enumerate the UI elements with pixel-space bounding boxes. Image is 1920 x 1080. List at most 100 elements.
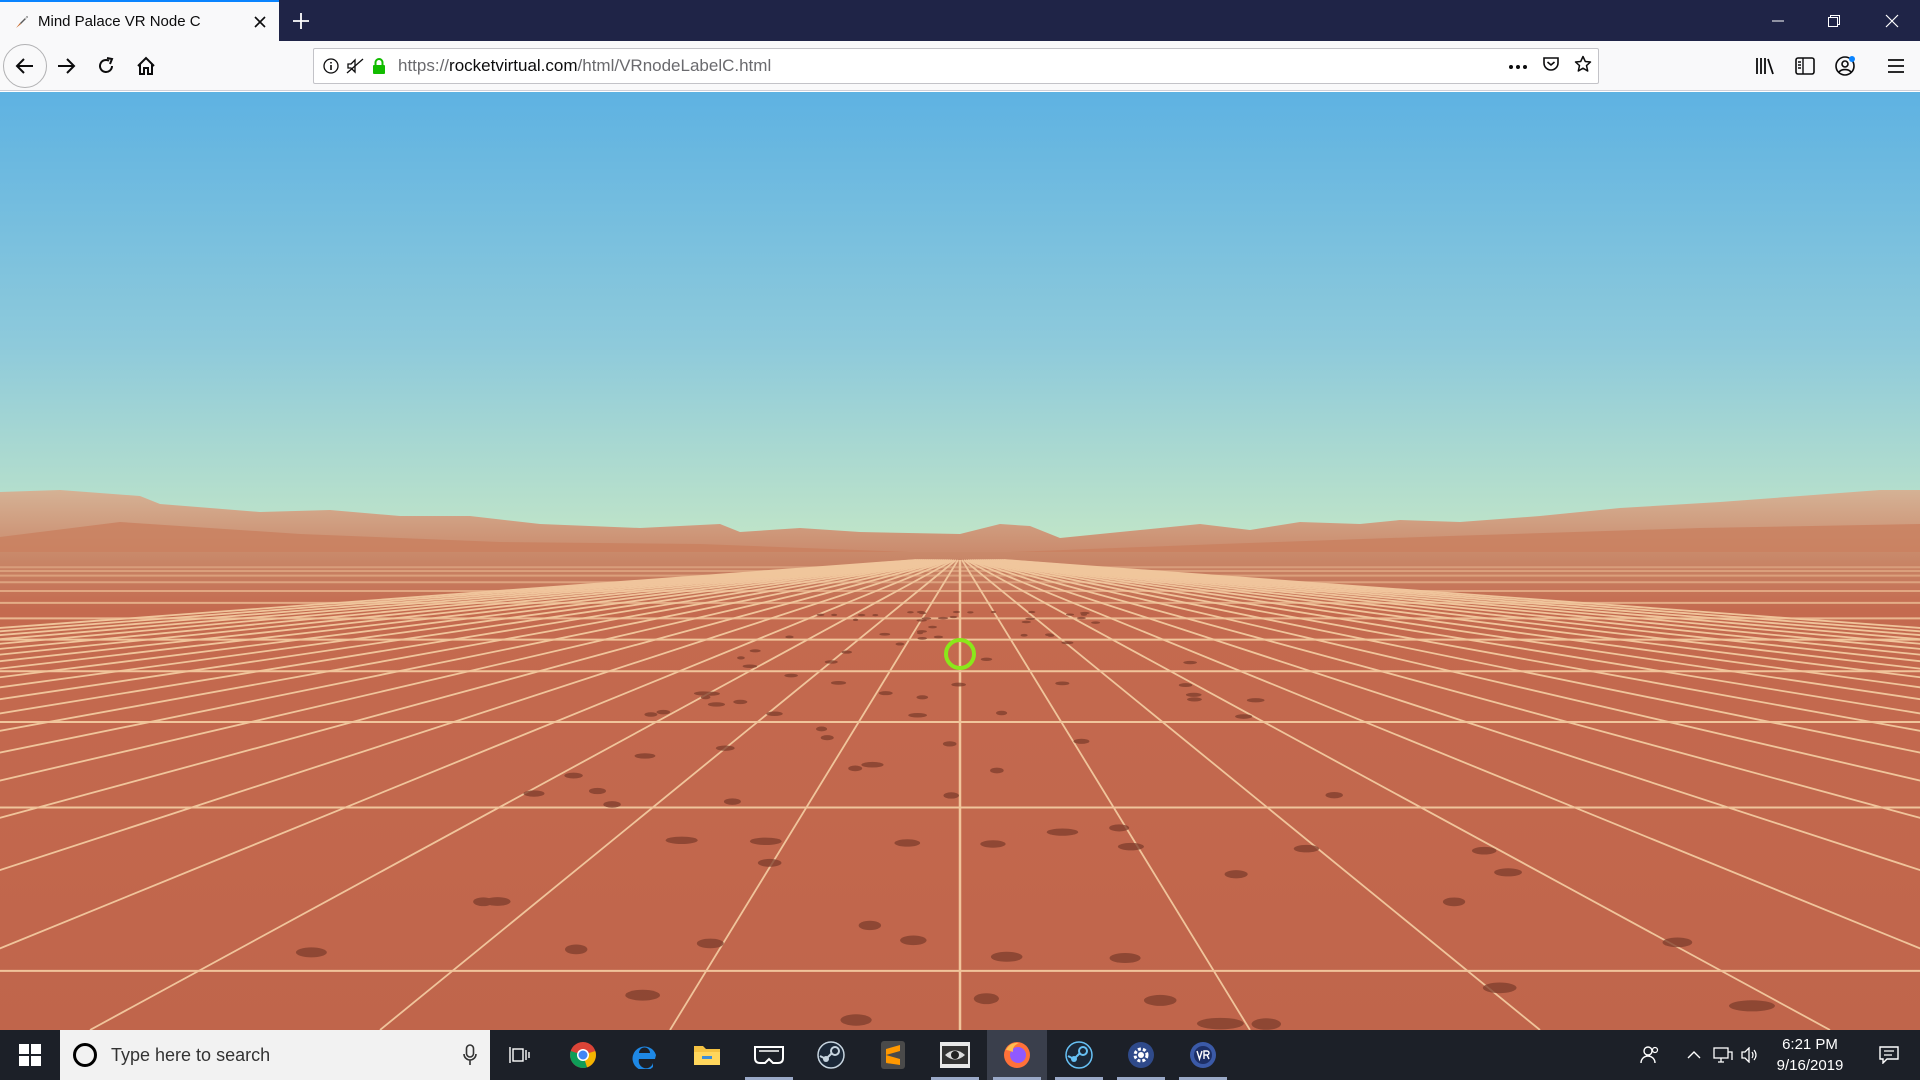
microphone-icon[interactable]	[450, 1044, 490, 1066]
sublime-text-icon	[881, 1041, 905, 1069]
ground-rock	[749, 837, 782, 845]
vr-scene-viewport[interactable]	[0, 92, 1920, 1030]
show-hidden-icons-chevron-icon[interactable]	[1682, 1030, 1706, 1080]
bookmark-star-icon[interactable]	[1574, 55, 1592, 78]
taskbar-vr-headset-app[interactable]	[739, 1030, 799, 1080]
ground-rock	[916, 619, 927, 622]
library-button[interactable]	[1745, 46, 1785, 86]
close-tab-icon[interactable]	[245, 7, 275, 37]
ground-rock	[1183, 660, 1197, 665]
windows-taskbar: Type here to search 6:21 PM 9/16/2019	[0, 1030, 1920, 1080]
taskbar-chrome[interactable]	[553, 1030, 613, 1080]
ground-rock	[1187, 697, 1202, 702]
ground-rock	[937, 616, 949, 620]
ground-rock	[784, 673, 798, 678]
ground-rock	[656, 709, 671, 715]
navigation-bar: https://rocketvirtual.com/html/VRnodeLab…	[0, 41, 1920, 91]
ground-rock	[693, 691, 712, 696]
ground-rock	[749, 649, 761, 653]
pocket-icon[interactable]	[1542, 55, 1560, 78]
taskbar-steam-vr[interactable]	[1049, 1030, 1109, 1080]
network-icon[interactable]	[1710, 1030, 1736, 1080]
lock-icon[interactable]	[368, 55, 390, 77]
tab-mind-palace[interactable]: Mind Palace VR Node C	[0, 0, 279, 41]
ground-rock	[785, 635, 794, 639]
taskbar-edge[interactable]	[615, 1030, 675, 1080]
ground-rock	[1482, 982, 1517, 994]
ground-rock	[949, 615, 958, 619]
menu-button[interactable]	[1876, 46, 1916, 86]
back-arrow-icon	[15, 58, 33, 74]
ground-rock	[820, 735, 834, 741]
ground-rock	[831, 613, 838, 617]
ground-rock	[830, 680, 847, 685]
ground-rock	[990, 767, 1004, 774]
ground-rock	[916, 695, 929, 700]
ground-rock	[1224, 870, 1248, 879]
ground-rock	[1021, 620, 1031, 624]
new-tab-button[interactable]	[285, 5, 317, 37]
ground-rock	[919, 611, 927, 615]
ground-rock	[980, 657, 993, 661]
autoplay-blocked-icon[interactable]	[344, 55, 366, 77]
ground-rock	[952, 610, 961, 614]
eye-icon	[940, 1042, 970, 1068]
ground-rock	[700, 695, 711, 700]
info-icon[interactable]	[320, 55, 342, 77]
action-center-icon[interactable]	[1864, 1030, 1914, 1080]
taskbar-settings-app[interactable]	[1111, 1030, 1171, 1080]
sidebar-button[interactable]	[1785, 46, 1825, 86]
ground-rock	[908, 712, 927, 718]
ground-rock	[907, 611, 914, 614]
vr-circle-icon	[1190, 1042, 1216, 1068]
home-button[interactable]	[126, 46, 166, 86]
ground-rock	[990, 610, 997, 614]
reload-button[interactable]	[86, 46, 126, 86]
ground-rock	[900, 935, 927, 946]
volume-icon[interactable]	[1738, 1030, 1762, 1080]
search-placeholder: Type here to search	[111, 1044, 271, 1065]
ground-rock	[1494, 868, 1522, 877]
ground-rock	[564, 772, 583, 779]
taskbar-steam[interactable]	[801, 1030, 861, 1080]
ground-rock	[625, 989, 661, 1001]
ground-rock	[980, 840, 1006, 848]
start-button[interactable]	[0, 1030, 60, 1080]
ground-rock	[1055, 681, 1070, 686]
account-button[interactable]	[1825, 46, 1865, 86]
back-button[interactable]	[3, 44, 47, 88]
restore-icon[interactable]	[1806, 0, 1862, 41]
taskbar-firefox[interactable]	[987, 1030, 1047, 1080]
task-view-button[interactable]	[490, 1030, 550, 1080]
ground-rock	[715, 745, 735, 751]
minimize-icon[interactable]	[1750, 0, 1806, 41]
ground-rock	[917, 636, 928, 640]
ground-rock	[816, 613, 825, 616]
steam-icon	[817, 1041, 845, 1069]
ground-rock	[1109, 953, 1141, 964]
people-icon[interactable]	[1634, 1030, 1666, 1080]
taskbar-sublime-text[interactable]	[863, 1030, 923, 1080]
ground-rock	[951, 682, 966, 687]
chrome-icon	[570, 1042, 596, 1069]
taskbar-search-box[interactable]: Type here to search	[60, 1030, 490, 1080]
taskbar-file-explorer[interactable]	[677, 1030, 737, 1080]
ground-rock	[1020, 633, 1028, 637]
ground-rock	[995, 710, 1008, 716]
ground-rock	[603, 801, 621, 808]
ground-rock	[857, 613, 866, 617]
taskbar-vr-app[interactable]	[1173, 1030, 1233, 1080]
ground-rock	[1235, 714, 1253, 719]
ground-rock	[1061, 641, 1074, 645]
ground-rock	[742, 664, 758, 668]
forward-arrow-icon	[58, 58, 76, 74]
page-actions-icon[interactable]	[1508, 57, 1528, 75]
forward-button[interactable]	[46, 46, 86, 86]
url-bar[interactable]: https://rocketvirtual.com/html/VRnodeLab…	[313, 48, 1599, 84]
gaze-reticle	[944, 638, 976, 670]
ground-rock	[737, 656, 745, 660]
ground-rock	[1293, 844, 1320, 853]
taskbar-eye-app[interactable]	[925, 1030, 985, 1080]
close-window-icon[interactable]	[1864, 0, 1920, 41]
taskbar-clock[interactable]: 6:21 PM 9/16/2019	[1763, 1034, 1857, 1076]
